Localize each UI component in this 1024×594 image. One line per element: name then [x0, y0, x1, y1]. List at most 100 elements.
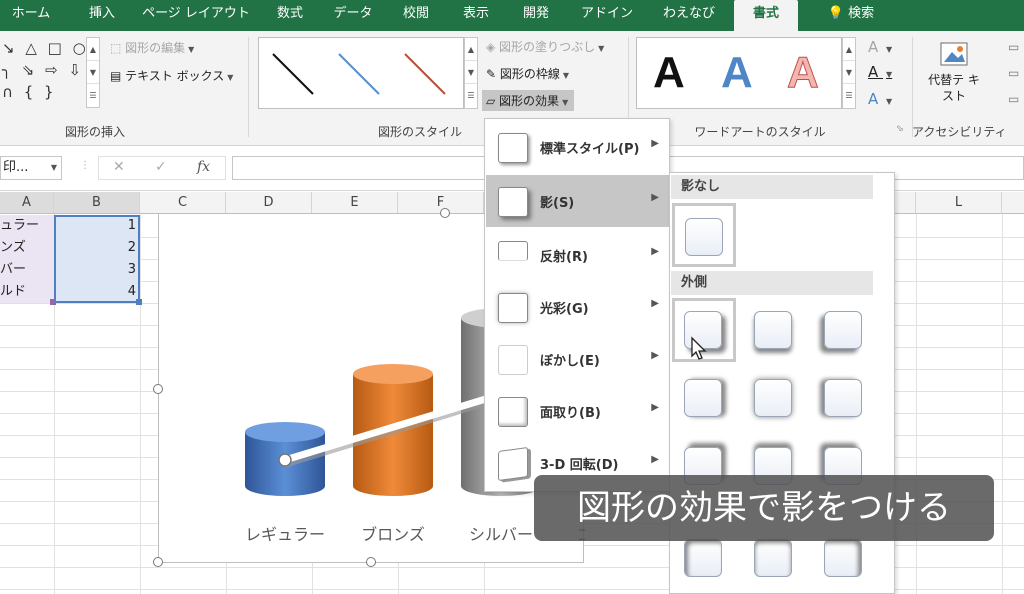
menu-item-shadow-label: 影(S) — [540, 196, 575, 211]
cancel-icon[interactable]: ✕ — [113, 159, 125, 175]
arrange-icon[interactable]: ▭ — [1008, 40, 1019, 54]
cell-a2[interactable]: ンズ — [0, 237, 54, 259]
line-style-red[interactable] — [404, 53, 446, 95]
name-box[interactable]: 印... ▼ — [0, 156, 62, 180]
shape-effects-button[interactable]: ▱ 図形の効果 ▼ — [482, 90, 575, 111]
menu-item-reflection-label: 反射(R) — [540, 250, 588, 265]
shadow-outer-left-swatch[interactable] — [824, 379, 862, 417]
more-icon[interactable]: ☰ — [843, 84, 855, 107]
column-header-e[interactable]: E — [312, 192, 398, 214]
wordart-gallery[interactable]: A A A — [636, 37, 842, 109]
text-effects-icon[interactable]: A ▼ — [868, 90, 892, 108]
tab-insert[interactable]: 挿入 — [78, 0, 126, 31]
tab-developer[interactable]: 開発 — [512, 0, 560, 31]
dialog-launcher-icon[interactable]: ⬂ — [896, 124, 904, 134]
tab-format[interactable]: 書式 — [734, 0, 798, 31]
shadow-outer-center-swatch[interactable] — [754, 379, 792, 417]
chevron-down-icon: ▼ — [598, 44, 605, 53]
formula-buttons: ✕ ✓ fx — [98, 156, 226, 180]
scroll-up-icon[interactable]: ▲ — [843, 38, 855, 61]
fill-handle[interactable] — [136, 299, 142, 305]
shape-outline-button[interactable]: ✎ 図形の枠線 ▼ — [486, 65, 569, 82]
more-icon[interactable]: ☰ — [87, 84, 99, 107]
shape-fill-label: 図形の塗りつぶし — [499, 40, 596, 54]
menu-item-glow[interactable]: 光彩(G) ▶ — [486, 281, 669, 333]
shape-gallery-scroll[interactable]: ▲ ▼ ☰ — [86, 37, 100, 108]
shape-style-gallery[interactable] — [258, 37, 464, 109]
scroll-down-icon[interactable]: ▼ — [843, 61, 855, 84]
column-header-m[interactable] — [1002, 192, 1024, 214]
column-header-l[interactable]: L — [916, 192, 1002, 214]
more-icon[interactable]: ☰ — [465, 84, 477, 107]
menu-item-3d-rotation-label: 3-D 回転(D) — [540, 458, 619, 473]
tab-search[interactable]: 💡 検索 — [816, 0, 886, 31]
tab-data[interactable]: データ — [326, 0, 380, 31]
wordart-sample-black[interactable]: A — [653, 48, 685, 98]
menu-item-soft-edges[interactable]: ぼかし(E) ▶ — [486, 333, 669, 385]
menu-item-reflection[interactable]: 反射(R) ▶ — [486, 229, 669, 281]
shadow-outer-right-swatch[interactable] — [684, 379, 722, 417]
group-label-accessibility: アクセシビリティ — [912, 125, 1007, 139]
resize-handle-bottom-left[interactable] — [153, 557, 163, 567]
tab-review[interactable]: 校閲 — [392, 0, 440, 31]
menu-item-shadow[interactable]: 影(S) ▶ — [486, 175, 669, 227]
tab-home[interactable]: ホーム — [0, 0, 62, 31]
cell-b3[interactable]: 3 — [54, 259, 136, 281]
chevron-right-icon: ▶ — [651, 350, 659, 361]
tab-formulas[interactable]: 数式 — [266, 0, 314, 31]
wordart-sample-red[interactable]: A — [787, 48, 820, 98]
style-gallery-scroll[interactable]: ▲ ▼ ☰ — [464, 37, 478, 109]
scroll-up-icon[interactable]: ▲ — [465, 38, 477, 61]
scroll-down-icon[interactable]: ▼ — [87, 61, 99, 84]
bevel-icon — [498, 397, 528, 427]
column-line — [140, 214, 141, 594]
tab-page-layout[interactable]: ページ レイアウト — [140, 0, 252, 31]
shadow-inner-swatch[interactable] — [684, 539, 722, 577]
cell-b1[interactable]: 1 — [54, 215, 136, 237]
shadow-outer-bottom-swatch[interactable] — [754, 311, 792, 349]
shape-gallery[interactable]: ↘ △ □ ○ ╮ ⇘ ⇨ ⇩ ∩ { } — [0, 37, 100, 109]
column-header-d[interactable]: D — [226, 192, 312, 214]
paint-bucket-icon: ◈ — [486, 40, 500, 54]
line-style-blue[interactable] — [338, 53, 380, 95]
scroll-down-icon[interactable]: ▼ — [465, 61, 477, 84]
text-fill-icon[interactable]: A ▼ — [868, 38, 892, 56]
cell-a1[interactable]: ュラー — [0, 215, 54, 237]
tab-addins[interactable]: アドイン — [572, 0, 642, 31]
connector-endpoint[interactable] — [278, 453, 292, 467]
shadow-inner-swatch[interactable] — [754, 539, 792, 577]
shadow-none-swatch[interactable] — [685, 218, 723, 256]
cell-a3[interactable]: バー — [0, 259, 54, 281]
tab-view[interactable]: 表示 — [452, 0, 500, 31]
text-outline-icon[interactable]: A ▼ — [868, 63, 892, 81]
arrange-icon[interactable]: ▭ — [1008, 92, 1019, 106]
line-style-black[interactable] — [272, 53, 314, 95]
arrange-icon[interactable]: ▭ — [1008, 66, 1019, 80]
shadow-outer-bottom-left-swatch[interactable] — [824, 311, 862, 349]
text-box-button[interactable]: ▤ テキスト ボックス ▼ — [110, 67, 233, 84]
preset-icon — [498, 133, 528, 163]
enter-icon[interactable]: ✓ — [155, 159, 167, 175]
resize-handle-bottom[interactable] — [366, 557, 376, 567]
menu-item-bevel[interactable]: 面取り(B) ▶ — [486, 385, 669, 437]
edit-shape-button[interactable]: ⬚ 図形の編集 ▼ — [110, 39, 194, 56]
menu-item-preset[interactable]: 標準スタイル(P) ▶ — [486, 121, 669, 173]
column-header-c[interactable]: C — [140, 192, 226, 214]
column-header-b[interactable]: B — [54, 192, 140, 214]
cell-b4[interactable]: 4 — [54, 281, 136, 303]
wordart-sample-blue[interactable]: A — [721, 48, 753, 98]
tab-waenavi[interactable]: わえなび — [654, 0, 724, 31]
alt-text-button[interactable]: 代替テ キスト — [926, 40, 982, 104]
cell-a4[interactable]: ルド — [0, 281, 54, 303]
group-label-insert-shapes: 図形の挿入 — [64, 125, 125, 139]
mouse-pointer-icon — [691, 336, 707, 360]
shape-fill-button[interactable]: ◈ 図形の塗りつぶし ▼ — [486, 38, 604, 55]
cell-b2[interactable]: 2 — [54, 237, 136, 259]
insert-function-icon[interactable]: fx — [197, 159, 210, 175]
scroll-up-icon[interactable]: ▲ — [87, 38, 99, 61]
column-header-a[interactable]: A — [0, 192, 54, 214]
wordart-gallery-scroll[interactable]: ▲ ▼ ☰ — [842, 37, 856, 109]
resize-handle-top[interactable] — [440, 208, 450, 218]
shadow-inner-swatch[interactable] — [824, 539, 862, 577]
resize-handle-left[interactable] — [153, 384, 163, 394]
